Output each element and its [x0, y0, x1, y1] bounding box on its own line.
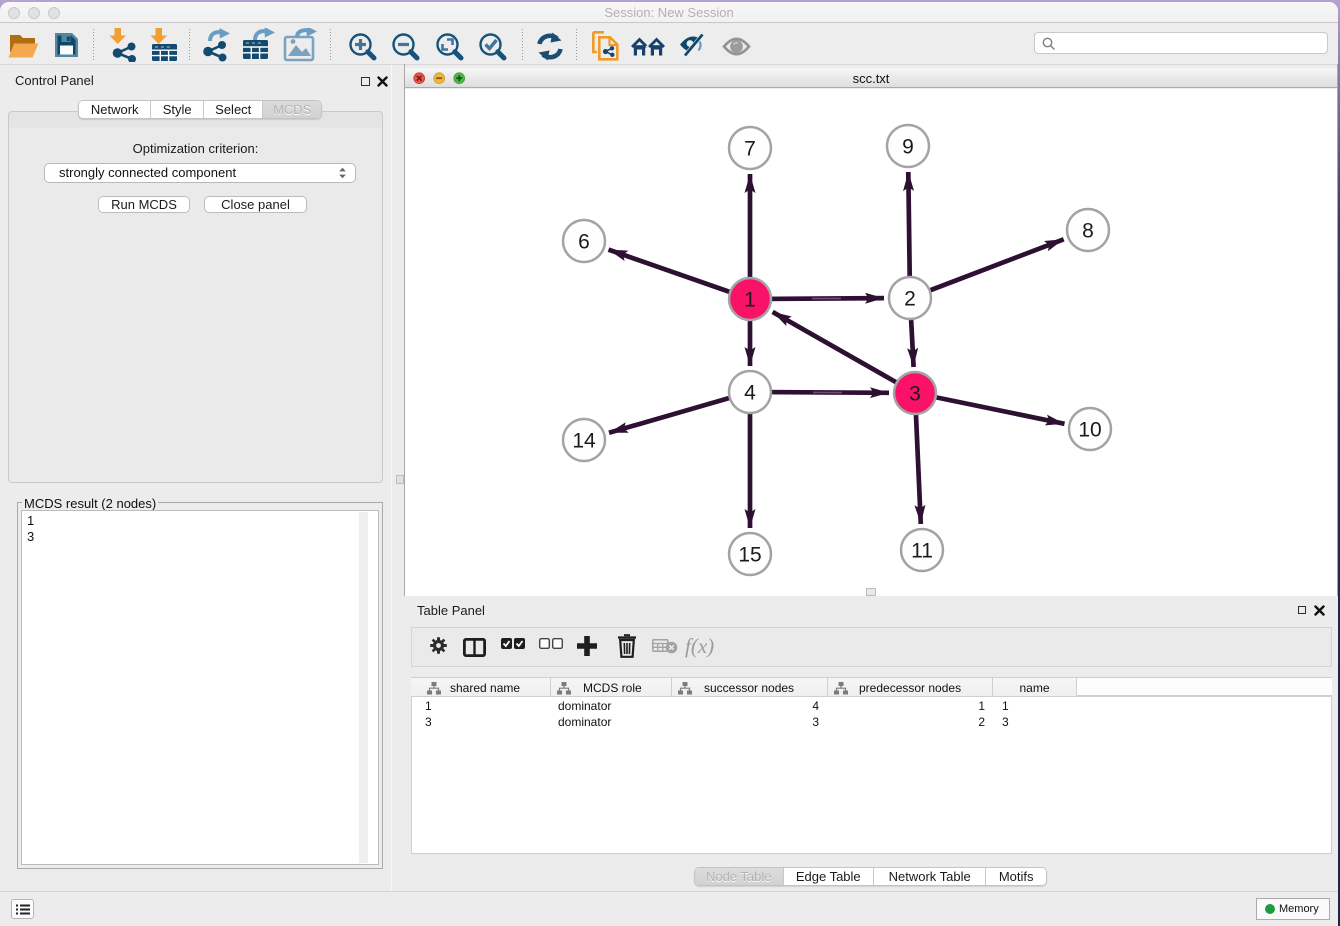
svg-text:9: 9	[902, 136, 914, 159]
svg-text:2: 2	[904, 288, 916, 311]
svg-text:14: 14	[572, 430, 596, 453]
svg-text:3: 3	[909, 383, 921, 406]
svg-text:15: 15	[738, 544, 761, 567]
svg-text:10: 10	[1078, 419, 1101, 442]
svg-text:11: 11	[911, 540, 933, 563]
svg-text:7: 7	[744, 138, 756, 161]
svg-text:1: 1	[744, 289, 756, 312]
svg-text:4: 4	[744, 382, 756, 405]
svg-text:6: 6	[578, 231, 590, 254]
svg-text:8: 8	[1082, 220, 1094, 243]
